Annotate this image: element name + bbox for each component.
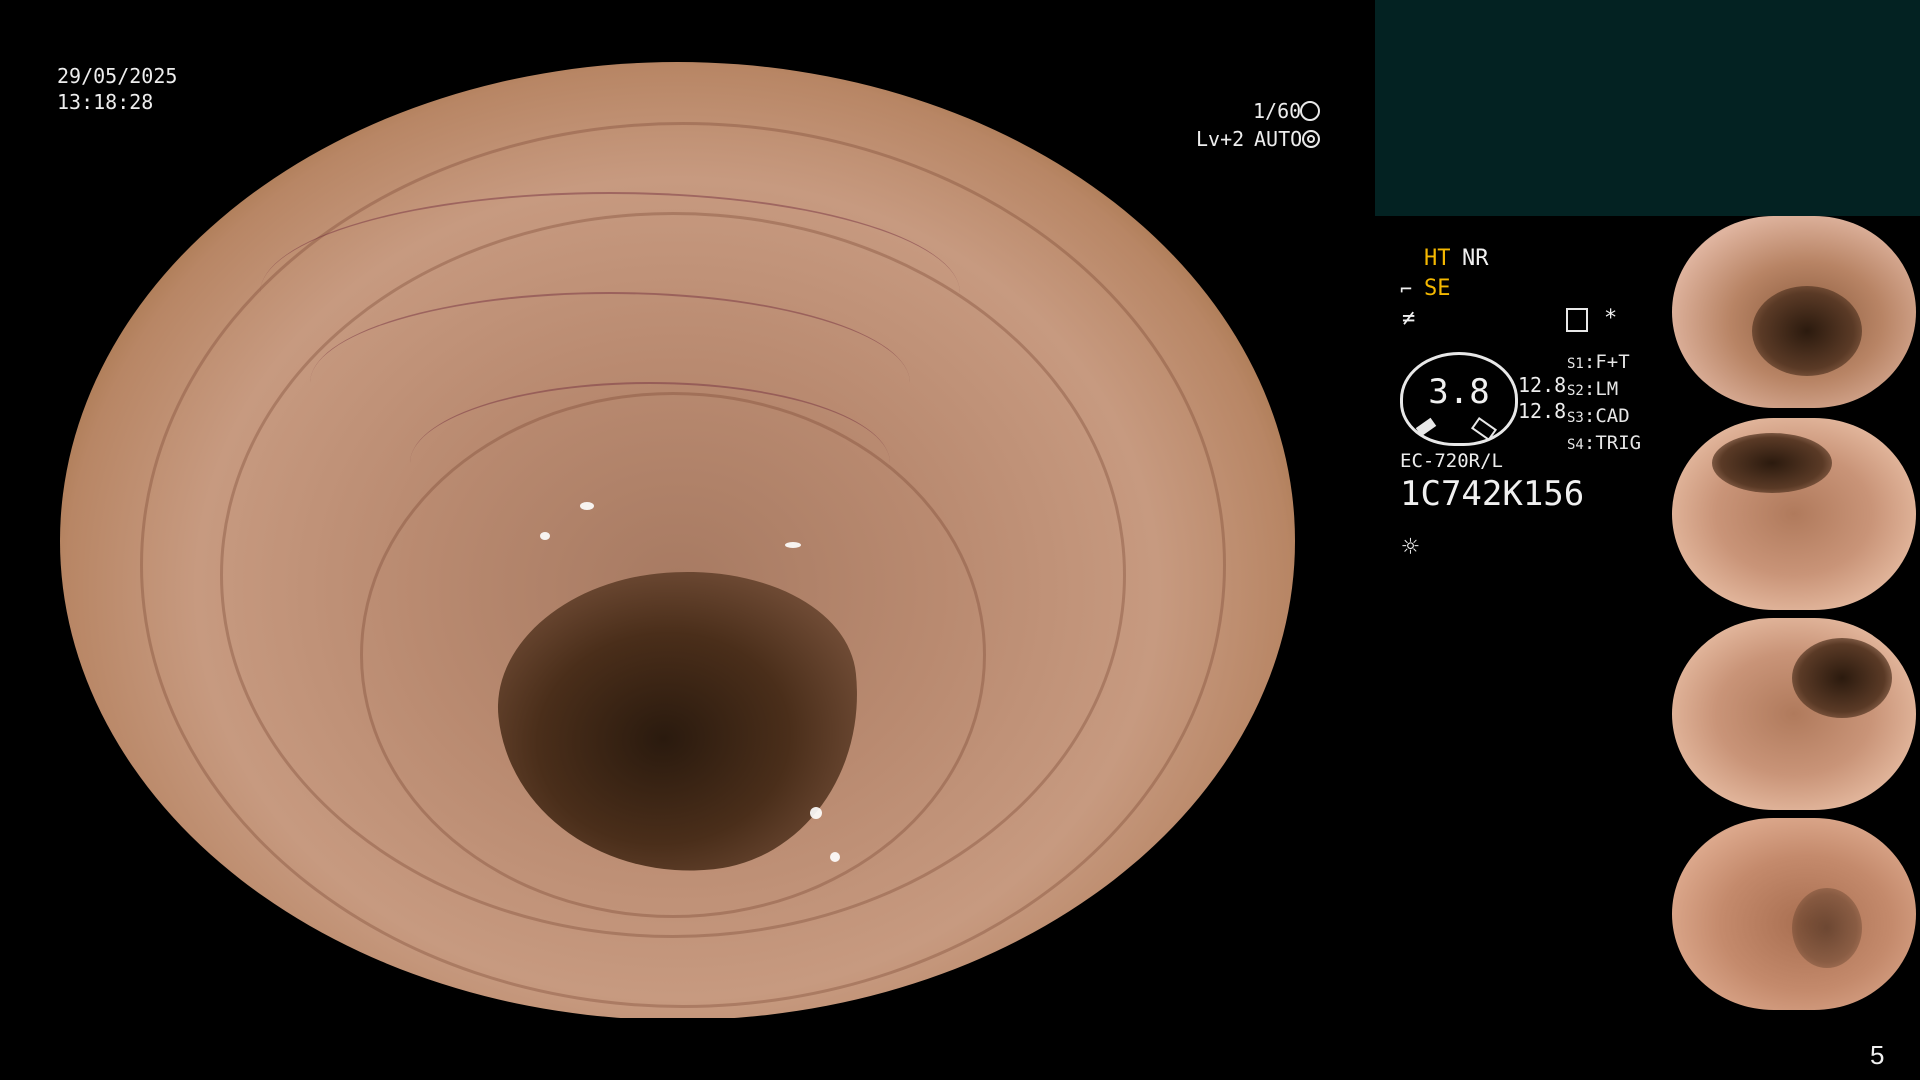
info-panel-header (1375, 0, 1920, 216)
scope-serial: 1C742K156 (1400, 474, 1585, 514)
frame-mask-top (0, 0, 1380, 62)
captured-thumbnail[interactable] (1672, 818, 1916, 1010)
frame-mask-bottom (0, 1018, 1380, 1080)
thumbnail-lumen (1792, 888, 1862, 968)
light-reflection (580, 502, 594, 510)
light-reflection (785, 542, 801, 548)
switch-item-s4: S4:TRIG (1567, 432, 1642, 454)
light-reflection (810, 807, 822, 819)
thumbnail-lumen (1792, 638, 1892, 718)
blood-vessel (410, 382, 890, 544)
sun-icon: ☼ (1402, 530, 1419, 563)
switch-value: LM (1595, 378, 1619, 400)
switch-key: S2 (1567, 383, 1584, 399)
switch-key: S3 (1567, 410, 1584, 426)
time-text: 13:18:28 (57, 90, 154, 114)
switch-item-s2: S2:LM (1567, 378, 1619, 400)
switch-key: S1 (1567, 356, 1584, 372)
switch-list: S1:F+T S2:LM S3:CAD S4:TRIG (1567, 350, 1641, 458)
page-number: 5 (1870, 1040, 1885, 1070)
aperture-icon (1300, 101, 1320, 121)
thumbnail-lumen (1752, 286, 1862, 376)
scope-model: EC-720R/L (1400, 450, 1503, 472)
light-reflection (540, 532, 550, 540)
exposure-level: Lv+2 (1196, 127, 1245, 151)
nr-indicator: NR (1462, 246, 1489, 271)
iris-icon (1302, 130, 1320, 148)
switch-value: CAD (1595, 405, 1630, 427)
switch-value: F+T (1595, 351, 1630, 373)
shutter-speed: 1/60 (1253, 99, 1302, 123)
switch-key: S4 (1567, 437, 1584, 453)
light-reflection (830, 852, 840, 862)
endoscope-main-view (60, 62, 1295, 1020)
captured-thumbnail[interactable] (1672, 216, 1916, 408)
captured-thumbnail[interactable] (1672, 418, 1916, 610)
ht-indicator: HT (1424, 246, 1451, 271)
switch-item-s3: S3:CAD (1567, 405, 1630, 427)
thumbnail-lumen (1712, 433, 1832, 493)
exposure-mode: AUTO (1254, 127, 1303, 151)
date-text: 29/05/2025 (57, 64, 178, 88)
list-icon (1566, 308, 1588, 332)
value-lower: 12.8 (1518, 399, 1567, 423)
value-upper: 12.8 (1518, 373, 1567, 397)
switch-item-s1: S1:F+T (1567, 351, 1630, 373)
se-indicator: SE (1424, 276, 1451, 301)
switch-value: TRIG (1595, 432, 1642, 454)
captured-thumbnail[interactable] (1672, 618, 1916, 810)
gauge-value: 3.8 (1428, 372, 1490, 412)
asterisk-mark: * (1604, 306, 1618, 331)
freeze-icon: ≠ (1402, 306, 1416, 331)
scope-shape-icon: ⌐ (1400, 277, 1413, 301)
